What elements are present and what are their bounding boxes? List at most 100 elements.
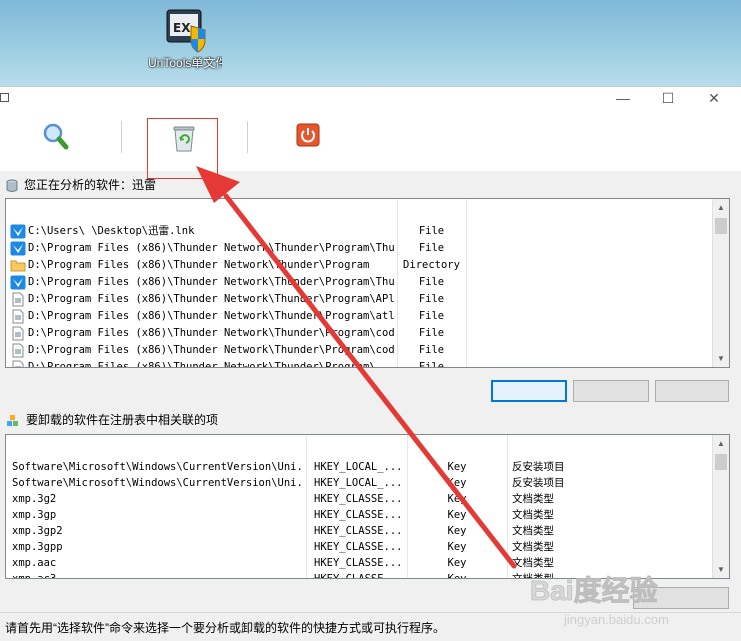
registry-type-cell: Key [447,541,467,553]
desktop-background: EX UnTools单文件.exe [0,0,741,86]
table-row[interactable]: xmp.3gpp HKEY_CLASSE... Key 文档类型 [6,539,713,555]
file-type-cell: File [418,293,445,305]
registry-type-cell: Key [447,461,467,473]
toolbar [0,109,741,179]
registry-key-cell: xmp.3gpp [12,541,63,553]
table-row[interactable]: D:\Program Files (x86)\Thunder Network\T… [6,359,713,368]
analysis-title-text: 您正在分析的软件：迅雷 [24,178,157,192]
file-path-cell: D:\Program Files (x86)\Thunder Network\T… [28,242,396,254]
registry-key-cell: xmp.3gp [12,509,57,521]
scroll-up-icon[interactable]: ▲ [713,199,729,216]
folder-icon [10,258,26,273]
registry-list-scrollbar[interactable]: ▲ ▼ [712,435,729,578]
registry-key-cell: xmp.ac3 [12,573,57,579]
analysis-action-button-2[interactable] [573,380,649,402]
table-row[interactable]: D:\Program Files (x86)\Thunder Network\T… [6,291,713,308]
scroll-down-icon[interactable]: ▼ [713,350,729,367]
registry-hive-cell: HKEY_CLASSE... [314,541,403,553]
analysis-list-scrollbar[interactable]: ▲ ▼ [712,199,729,367]
close-button[interactable]: ✕ [691,88,737,108]
title-bar[interactable]: — ☐ ✕ [0,87,741,109]
maximize-button[interactable]: ☐ [645,88,691,108]
table-row[interactable]: D:\Program Files (x86)\Thunder Network\T… [6,342,713,359]
registry-key-list[interactable]: ▲ ▼ Software\Microsoft\Windows\CurrentVe… [5,434,730,579]
registry-hive-cell: HKEY_LOCAL_... [314,477,403,489]
table-row[interactable]: xmp.3g2 HKEY_CLASSE... Key 文档类型 [6,491,713,507]
file-icon [10,309,26,324]
registry-key-cell: xmp.3g2 [12,493,57,505]
registry-hive-cell: HKEY_CLASSE... [314,557,403,569]
file-icon [10,343,26,358]
registry-key-cell: xmp.aac [12,557,57,569]
file-icon [10,360,26,367]
table-row[interactable]: xmp.3gp HKEY_CLASSE... Key 文档类型 [6,507,713,523]
scroll-up-icon[interactable]: ▲ [713,435,729,452]
registry-type-cell: Key [447,525,467,537]
registry-key-cell: Software\Microsoft\Windows\CurrentVersio… [12,477,304,489]
magnifier-icon [43,123,69,150]
file-type-cell: File [418,327,445,339]
table-row[interactable]: D:\Program Files (x86)\Thunder Network\T… [6,274,713,291]
registry-hive-cell: HKEY_LOCAL_... [314,461,403,473]
untools-window: — ☐ ✕ 您正在分析的软件：迅雷 ▲ ▼ C:\Users\ \Desktop… [0,86,741,641]
table-row[interactable]: D:\Program Files (x86)\Thunder Network\T… [6,257,713,274]
table-row[interactable]: D:\Program Files (x86)\Thunder Network\T… [6,308,713,325]
table-row[interactable]: C:\Users\ \Desktop\迅雷.lnk File [6,223,713,240]
baidu-watermark: Bai度经验 jingyan.baidu.com [520,568,735,638]
file-path-cell: D:\Program Files (x86)\Thunder Network\T… [28,259,370,271]
file-type-cell: File [418,344,445,356]
toolbar-separator [247,121,248,153]
toolbar-separator [121,121,122,153]
registry-type-cell: Key [447,477,467,489]
registry-desc-cell: 文档类型 [512,493,554,505]
registry-desc-cell: 文档类型 [512,525,554,537]
table-row[interactable]: xmp.3gp2 HKEY_CLASSE... Key 文档类型 [6,523,713,539]
analysis-file-list[interactable]: ▲ ▼ C:\Users\ \Desktop\迅雷.lnk File D:\Prog… [5,198,730,368]
file-type-cell: File [418,276,445,288]
analyze-button[interactable] [32,117,80,157]
svg-text:Bai度经验: Bai度经验 [530,574,658,606]
scroll-thumb[interactable] [715,454,727,470]
file-path-cell: D:\Program Files (x86)\Thunder Network\T… [28,293,396,305]
registry-hive-cell: HKEY_CLASSE... [314,525,403,537]
registry-desc-cell: 文档类型 [512,509,554,521]
registry-key-cell: Software\Microsoft\Windows\CurrentVersio… [12,461,304,473]
registry-type-cell: Key [447,557,467,569]
registry-hive-cell: HKEY_CLASSE... [314,493,403,505]
registry-desc-cell: 反安装项目 [512,461,565,473]
file-type-cell: File [418,361,445,368]
analysis-action-button-1[interactable] [491,380,567,402]
file-icon [10,326,26,341]
scroll-thumb[interactable] [715,218,727,234]
thunder-icon [10,241,26,256]
svg-text:jingyan.baidu.com: jingyan.baidu.com [563,612,669,627]
file-type-cell: File [418,310,445,322]
registry-key-cell: xmp.3gp2 [12,525,63,537]
registry-type-cell: Key [447,509,467,521]
untools-exe-icon: EX [161,6,209,54]
file-path-cell: D:\Program Files (x86)\Thunder Network\T… [28,327,396,339]
thunder-icon [10,224,26,239]
analysis-section-title: 您正在分析的软件：迅雷 [6,176,156,194]
database-icon [6,179,18,192]
analysis-action-button-3[interactable] [655,380,729,402]
table-row[interactable]: D:\Program Files (x86)\Thunder Network\T… [6,240,713,257]
registry-desc-cell: 文档类型 [512,541,554,553]
table-row[interactable]: Software\Microsoft\Windows\CurrentVersio… [6,459,713,475]
power-icon [296,123,320,147]
registry-section-title: 要卸载的软件在注册表中相关联的项 [6,411,218,429]
table-row[interactable]: Software\Microsoft\Windows\CurrentVersio… [6,475,713,491]
file-type-cell: File [418,225,445,237]
minimize-button[interactable]: — [600,88,646,108]
table-row[interactable]: D:\Program Files (x86)\Thunder Network\T… [6,325,713,342]
registry-type-cell: Key [447,573,467,579]
desktop-shortcut[interactable]: EX UnTools单文件.exe [148,6,222,82]
file-path-cell: D:\Program Files (x86)\Thunder Network\T… [28,361,395,368]
registry-hive-cell: HKEY_CLASSE... [314,509,403,521]
file-path-cell: D:\Program Files (x86)\Thunder Network\T… [28,344,396,356]
registry-title-text: 要卸载的软件在注册表中相关联的项 [26,413,219,427]
exit-button[interactable] [284,117,332,157]
registry-hive-cell: HKEY_CLASSE... [314,573,403,579]
file-path-cell: D:\Program Files (x86)\Thunder Network\T… [28,276,396,288]
file-path-cell: D:\Program Files (x86)\Thunder Network\T… [28,310,396,322]
